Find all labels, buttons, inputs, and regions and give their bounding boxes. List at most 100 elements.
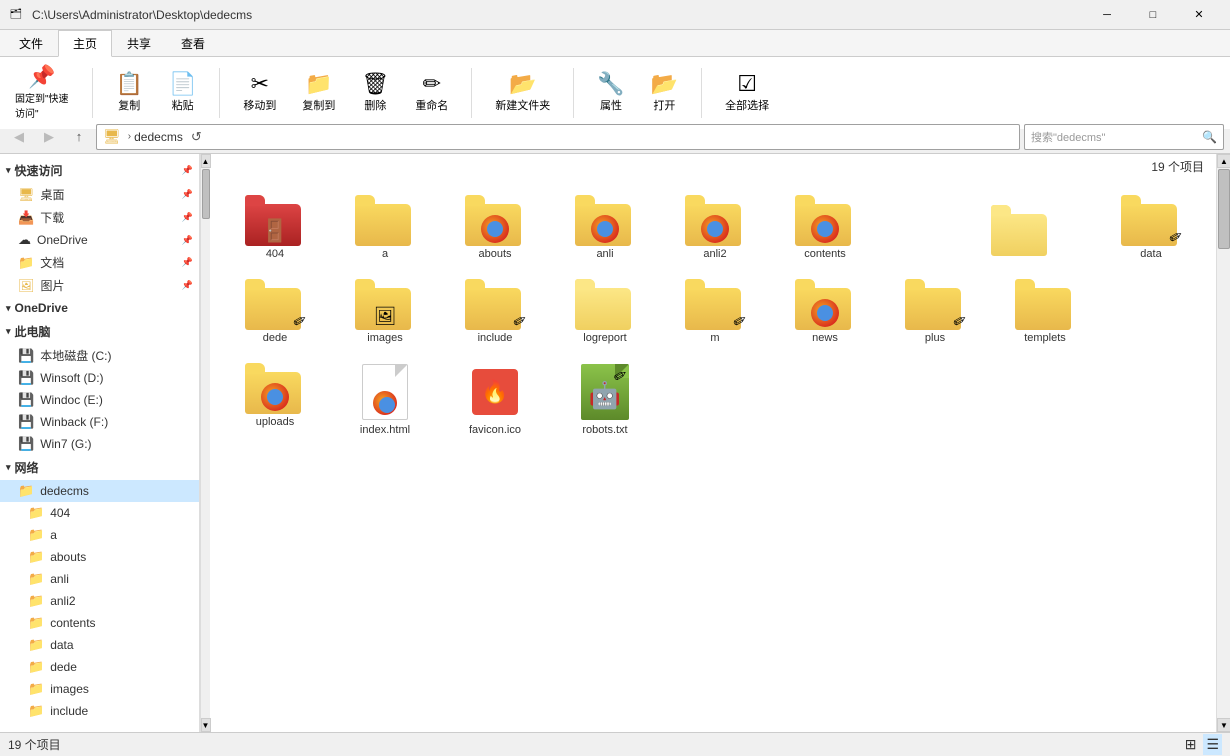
paste-button[interactable]: 📄 粘贴 (162, 68, 203, 118)
quick-access-header[interactable]: ▾ 快速访问 📌 (0, 158, 199, 183)
folder-item-anli2[interactable]: anli2 (660, 185, 770, 269)
forward-button[interactable]: ▶ (36, 124, 62, 150)
folder-item-plus[interactable]: ✏ plus (880, 269, 990, 353)
scrollbar-up-btn[interactable]: ▲ (201, 154, 211, 168)
folder-contents-wrap (795, 194, 855, 246)
up-button[interactable]: ↑ (66, 124, 92, 150)
tab-share[interactable]: 共享 (112, 30, 166, 56)
folder-dede-label: dede (263, 332, 287, 344)
content-scroll-down[interactable]: ▼ (1217, 718, 1230, 732)
sidebar-item-e[interactable]: 💾 Windoc (E:) (0, 389, 199, 411)
folder-item-a[interactable]: a (330, 185, 440, 269)
search-box[interactable]: 搜索"dedecms" 🔍 (1024, 124, 1224, 150)
folder-item-extra[interactable] (966, 195, 1076, 267)
folder-item-logreport[interactable]: logreport (550, 269, 660, 353)
sidebar-item-onedrive[interactable]: ☁ OneDrive 📌 (0, 229, 199, 251)
folder-item-news[interactable]: news (770, 269, 880, 353)
open-icon: 📂 (651, 73, 678, 95)
drive-e-icon: 💾 (18, 392, 34, 408)
tab-file[interactable]: 文件 (4, 30, 58, 56)
list-view-btn[interactable]: ☰ (1203, 734, 1222, 755)
pin-indicator: 📌 (182, 165, 193, 176)
sidebar-item-anli[interactable]: 📁 anli (0, 568, 199, 590)
tile-view-btn[interactable]: ⊞ (1182, 734, 1200, 755)
folder-item-include[interactable]: ✏ include (440, 269, 550, 353)
sidebar-item-c[interactable]: 💾 本地磁盘 (C:) (0, 344, 199, 367)
sidebar-item-g[interactable]: 💾 Win7 (G:) (0, 433, 199, 455)
sidebar-item-desktop[interactable]: 🖥 桌面 📌 (0, 183, 199, 206)
folder-item-404[interactable]: 🚪 404 (220, 185, 330, 269)
sep3 (471, 68, 472, 118)
news-overlay (811, 299, 839, 327)
sidebar-item-dede[interactable]: 📁 dede (0, 656, 199, 678)
folder-item-contents[interactable]: contents (770, 185, 880, 269)
folder-anli-label: anli (596, 248, 613, 260)
address-input[interactable]: 🖥 › dedecms ↺ (96, 124, 1020, 150)
sidebar-item-pics[interactable]: 🖼 图片 📌 (0, 274, 199, 297)
window-controls[interactable]: ─ □ ✕ (1084, 0, 1222, 30)
sidebar-desktop-label: 桌面 (41, 186, 65, 203)
refresh-button[interactable]: ↺ (187, 127, 206, 147)
close-button[interactable]: ✕ (1176, 0, 1222, 30)
scrollbar-thumb[interactable] (202, 169, 210, 219)
back-button[interactable]: ◀ (6, 124, 32, 150)
sidebar-download-label: 下载 (40, 209, 64, 226)
copy2-button[interactable]: 📁 复制到 (295, 68, 342, 118)
sidebar-item-docs[interactable]: 📁 文档 📌 (0, 251, 199, 274)
folder-404-label: 404 (266, 248, 284, 260)
tab-home[interactable]: 主页 (58, 30, 112, 57)
sidebar-item-data[interactable]: 📁 data (0, 634, 199, 656)
network-header[interactable]: ▾ 网络 (0, 455, 199, 480)
folder-item-m[interactable]: ✏ m (660, 269, 770, 353)
folder-item-anli[interactable]: anli (550, 185, 660, 269)
content-scroll-track (1217, 168, 1230, 718)
folder-item-uploads[interactable]: uploads (220, 353, 330, 445)
rename-label: 重命名 (415, 97, 448, 113)
sidebar-item-images[interactable]: 📁 images (0, 678, 199, 700)
scrollbar-down-btn[interactable]: ▼ (201, 718, 211, 732)
quick-access-arrow: ▾ (6, 165, 11, 176)
folder-a-label: a (382, 248, 388, 260)
sidebar-item-anli2[interactable]: 📁 anli2 (0, 590, 199, 612)
file-item-robots[interactable]: 🤖 ✏ robots.txt (550, 353, 660, 445)
folder-images-icon: 📁 (28, 681, 44, 697)
folder-item-images[interactable]: 🖼 images (330, 269, 440, 353)
sidebar-item-include[interactable]: 📁 include (0, 700, 199, 722)
content-scroll-up[interactable]: ▲ (1217, 154, 1230, 168)
copy-button[interactable]: 📋 复制 (109, 68, 150, 118)
sidebar-anli2-label: anli2 (50, 594, 75, 608)
folder-item-abouts[interactable]: abouts (440, 185, 550, 269)
sidebar-item-a[interactable]: 📁 a (0, 524, 199, 546)
sidebar-item-contents[interactable]: 📁 contents (0, 612, 199, 634)
tab-view[interactable]: 查看 (166, 30, 220, 56)
file-item-favicon[interactable]: 🔥 favicon.ico (440, 353, 550, 445)
sidebar-item-f[interactable]: 💾 Winback (F:) (0, 411, 199, 433)
folder-item-templets[interactable]: templets (990, 269, 1100, 353)
folder-item-dede[interactable]: ✏ dede (220, 269, 330, 353)
minimize-button[interactable]: ─ (1084, 0, 1130, 30)
move-button[interactable]: ✂ 移动到 (236, 68, 283, 118)
pin-button[interactable]: 📌 固定到"快速访问" (8, 61, 76, 125)
pin2-icon: 📌 (182, 212, 193, 223)
pc-header[interactable]: ▾ 此电脑 (0, 319, 199, 344)
select-all-button[interactable]: ☑ 全部选择 (718, 68, 776, 118)
open-button[interactable]: 📂 打开 (644, 68, 685, 118)
sidebar-item-404[interactable]: 📁 404 (0, 502, 199, 524)
title-path: C:\Users\Administrator\Desktop\dedecms (32, 8, 1084, 22)
onedrive-group-label: OneDrive (15, 301, 68, 315)
sidebar-scrollbar[interactable]: ▲ ▼ (200, 154, 210, 732)
folder-item-data[interactable]: ✏ data (1096, 185, 1206, 269)
delete-button[interactable]: 🗑 删除 (354, 68, 396, 118)
rename-button[interactable]: ✏ 重命名 (408, 68, 455, 118)
sidebar-item-d[interactable]: 💾 Winsoft (D:) (0, 367, 199, 389)
file-item-index-html[interactable]: index.html (330, 353, 440, 445)
properties-button[interactable]: 🔧 属性 (590, 68, 631, 118)
content-scroll-thumb[interactable] (1218, 169, 1230, 249)
newfolder-button[interactable]: 📂 新建文件夹 (488, 68, 557, 118)
sidebar-item-dedecms[interactable]: 📁 dedecms (0, 480, 199, 502)
onedrive-header[interactable]: ▾ OneDrive (0, 297, 199, 319)
maximize-button[interactable]: □ (1130, 0, 1176, 30)
sidebar-item-abouts[interactable]: 📁 abouts (0, 546, 199, 568)
content-scrollbar[interactable]: ▲ ▼ (1216, 154, 1230, 732)
sidebar-item-download[interactable]: 📥 下载 📌 (0, 206, 199, 229)
